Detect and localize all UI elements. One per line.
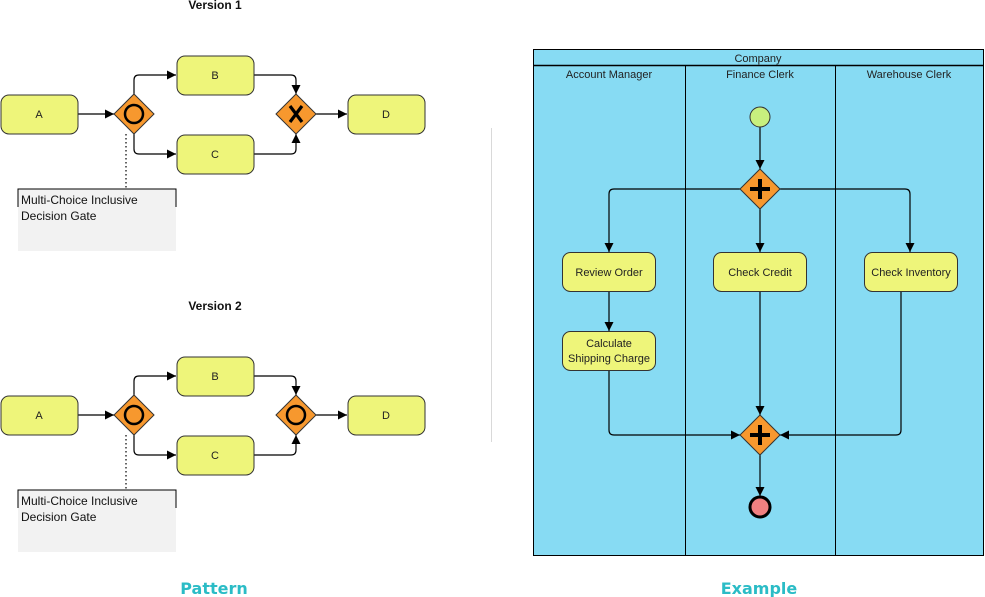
example-pool: Company Account Manager Finance Clerk Wa…: [533, 49, 984, 556]
task-check-inventory[interactable]: Check Inventory: [864, 252, 958, 292]
start-event[interactable]: [749, 106, 771, 128]
annotation-line-2: Decision Gate: [21, 510, 97, 524]
task-check-credit-label: Check Credit: [728, 267, 792, 279]
task-b[interactable]: B: [176, 55, 255, 96]
lane-finance-clerk[interactable]: Finance Clerk: [726, 69, 794, 81]
inclusive-split-gateway[interactable]: [113, 93, 155, 135]
task-a[interactable]: A: [0, 395, 79, 436]
example-caption: Example: [721, 579, 798, 597]
flow-split-to-c[interactable]: [133, 435, 176, 460]
task-b-label: B: [211, 371, 218, 383]
task-c-label: C: [211, 450, 219, 462]
lane-account-manager[interactable]: Account Manager: [566, 69, 653, 81]
task-d-label: D: [382, 410, 390, 422]
task-calc-label-line-2: Shipping Charge: [568, 353, 650, 365]
flow-b-to-join[interactable]: [254, 74, 301, 94]
task-check-inventory-label: Check Inventory: [871, 267, 951, 279]
task-d-label: D: [382, 109, 390, 121]
pattern-version-2: Version 2 A B C D Multi-Choice Inclusive…: [0, 299, 426, 552]
task-a-label: A: [35, 410, 43, 422]
annotation-v2[interactable]: Multi-Choice Inclusive Decision Gate: [17, 489, 177, 552]
task-calculate-shipping-charge[interactable]: Calculate Shipping Charge: [562, 331, 656, 371]
task-a-label: A: [35, 109, 43, 121]
flow-split-to-c[interactable]: [133, 134, 176, 159]
flow-split-to-b[interactable]: [133, 70, 176, 94]
lane-warehouse-clerk[interactable]: Warehouse Clerk: [867, 69, 952, 81]
annotation-line-1: Multi-Choice Inclusive: [21, 494, 138, 508]
task-check-credit[interactable]: Check Credit: [713, 252, 807, 292]
annotation-line-2: Decision Gate: [21, 209, 97, 223]
task-c[interactable]: C: [176, 435, 255, 476]
task-b-label: B: [211, 70, 218, 82]
annotation-v1[interactable]: Multi-Choice Inclusive Decision Gate: [17, 188, 177, 251]
inclusive-split-gateway[interactable]: [113, 394, 155, 436]
task-calc-label-line-1: Calculate: [586, 338, 632, 350]
pattern-caption: Pattern: [180, 579, 248, 597]
task-review-order-label: Review Order: [575, 267, 643, 279]
version-2-title: Version 2: [188, 299, 242, 313]
version-1-title: Version 1: [188, 0, 242, 12]
flow-split-to-b[interactable]: [133, 371, 176, 395]
flow-b-to-join[interactable]: [254, 375, 301, 395]
end-event[interactable]: [748, 495, 772, 519]
flow-c-to-join[interactable]: [254, 134, 301, 155]
pattern-version-1: Version 1 A B C D Multi-Choice Inclusive…: [0, 0, 426, 251]
task-d[interactable]: D: [347, 94, 426, 135]
diagram-canvas: Version 1 A B C D Multi-Choice Inclusive…: [0, 0, 984, 597]
exclusive-join-gateway[interactable]: [275, 93, 317, 135]
task-c-label: C: [211, 149, 219, 161]
task-c[interactable]: C: [176, 134, 255, 175]
task-a[interactable]: A: [0, 94, 79, 135]
flow-c-to-join[interactable]: [254, 435, 301, 456]
task-d[interactable]: D: [347, 395, 426, 436]
pool-title: Company: [734, 53, 782, 65]
inclusive-join-gateway[interactable]: [275, 394, 317, 436]
task-review-order[interactable]: Review Order: [562, 252, 656, 292]
annotation-line-1: Multi-Choice Inclusive: [21, 193, 138, 207]
task-b[interactable]: B: [176, 356, 255, 397]
